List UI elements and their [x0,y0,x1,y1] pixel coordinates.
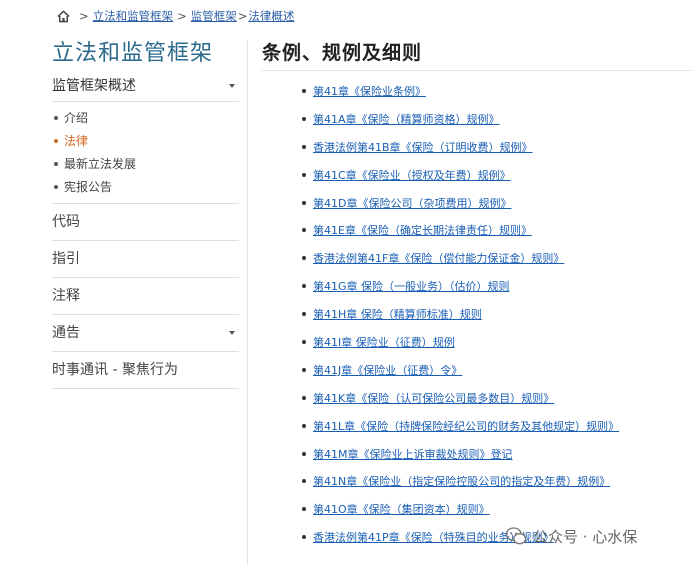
sidebar: 立法和监管框架 监管框架概述 介绍 法律 最新立法发展 宪报公告 代码 指引 注… [52,40,239,389]
sidebar-item-circulars[interactable]: 通告 [52,315,239,352]
ordinance-link[interactable]: 第41J章《保险业（征费）令》 [313,364,462,377]
bullet-icon [302,340,306,345]
sidebar-subitem-intro[interactable]: 介绍 [52,107,239,130]
watermark-text: 公众号 · 心水保 [533,527,638,546]
list-item: 第41K章《保险（认可保险公司最多数目）规则》 [302,389,619,417]
bullet-icon [302,144,306,149]
ordinance-link[interactable]: 第41C章《保险业（授权及年费）规例》 [313,169,511,182]
list-item: 第41N章《保险业（指定保险控股公司的指定及年费）规例》 [302,472,619,500]
watermark: 公众号 · 心水保 [505,525,637,547]
sidebar-subitem-law[interactable]: 法律 [52,130,239,153]
ordinance-link[interactable]: 第41A章《保险（精算师资格）规例》 [313,113,500,126]
sidebar-item-codes[interactable]: 代码 [52,204,239,241]
bullet-icon [54,115,58,120]
ordinance-list: 第41章《保险业条例》 第41A章《保险（精算师资格）规例》 香港法例第41B章… [302,82,619,556]
list-item: 第41C章《保险业（授权及年费）规例》 [302,166,619,194]
list-item: 第41H章 保险（精算师标准）规则 [302,305,619,333]
ordinance-link[interactable]: 第41I章 保险业（征费）规例 [313,336,455,349]
ordinance-link[interactable]: 第41E章《保险（确定长期法律责任）规则》 [313,224,532,237]
sidebar-item-guidelines[interactable]: 指引 [52,241,239,278]
breadcrumb-separator: > [177,9,187,23]
ordinance-link[interactable]: 第41D章《保险公司（杂项费用）规例》 [313,197,511,210]
bullet-icon [302,284,306,289]
ordinance-link[interactable]: 第41O章《保险（集团资本）规则》 [313,503,490,516]
wechat-icon [505,527,527,545]
column-divider [247,40,248,565]
list-item: 香港法例第41F章《保险（偿付能力保证金）规则》 [302,249,619,277]
sidebar-subitem-latest-developments[interactable]: 最新立法发展 [52,153,239,176]
breadcrumb-legislative-framework[interactable]: 立法和监管框架 [93,8,174,24]
list-item: 第41L章《保险（持牌保险经纪公司的财务及其他规定）规则》 [302,417,619,445]
ordinance-link[interactable]: 香港法例第41F章《保险（偿付能力保证金）规则》 [313,252,564,265]
bullet-icon [54,184,58,189]
breadcrumb-law-overview[interactable]: 法律概述 [248,8,294,24]
bullet-icon [54,161,58,166]
ordinance-link[interactable]: 第41章《保险业条例》 [313,85,426,98]
bullet-icon [302,200,306,205]
bullet-icon [302,228,306,233]
sidebar-item-newsletter[interactable]: 时事通讯 - 聚焦行为 [52,352,239,389]
bullet-icon [302,479,306,484]
bullet-icon [302,507,306,512]
sidebar-title: 立法和监管框架 [52,41,214,66]
breadcrumb-regulatory-framework[interactable]: 监管框架 [191,8,237,24]
breadcrumb-separator: > [79,9,89,23]
ordinance-link[interactable]: 香港法例第41B章《保险（订明收费）规例》 [313,141,533,154]
ordinance-link[interactable]: 第41L章《保险（持牌保险经纪公司的财务及其他规定）规则》 [313,420,619,433]
bullet-icon [302,451,306,456]
list-item: 第41章《保险业条例》 [302,82,619,110]
page-title: 条例、规例及细则 [262,42,423,64]
bullet-icon [302,535,306,540]
list-item: 第41I章 保险业（征费）规例 [302,333,619,361]
bullet-icon [302,172,306,177]
caret-down-icon[interactable] [229,84,235,88]
ordinance-link[interactable]: 第41H章 保险（精算师标准）规则 [313,308,482,321]
title-divider [262,70,692,71]
list-item: 第41D章《保险公司（杂项费用）规例》 [302,194,619,222]
list-item: 第41E章《保险（确定长期法律责任）规则》 [302,221,619,249]
list-item: 香港法例第41B章《保险（订明收费）规例》 [302,138,619,166]
breadcrumb: > 立法和监管框架 > 监管框架 > 法律概述 [56,7,294,25]
ordinance-link[interactable]: 第41G章 保险（一般业务）（估价）规则 [313,280,510,293]
bullet-icon [302,116,306,121]
list-item: 第41M章《保险业上诉审裁处规则》登记 [302,445,619,473]
sidebar-submenu: 介绍 法律 最新立法发展 宪报公告 [52,102,239,204]
sidebar-item-label: 监管框架概述 [52,78,136,94]
ordinance-link[interactable]: 第41M章《保险业上诉审裁处规则》登记 [313,448,513,461]
bullet-icon [54,138,58,143]
sidebar-item-notes[interactable]: 注释 [52,278,239,315]
ordinance-link[interactable]: 第41K章《保险（认可保险公司最多数目）规则》 [313,392,554,405]
list-item: 第41A章《保险（精算师资格）规例》 [302,110,619,138]
bullet-icon [302,312,306,317]
caret-down-icon[interactable] [229,331,235,335]
breadcrumb-separator: > [237,9,248,23]
bullet-icon [302,395,306,400]
bullet-icon [302,367,306,372]
list-item: 第41G章 保险（一般业务）（估价）规则 [302,277,619,305]
ordinance-link[interactable]: 第41N章《保险业（指定保险控股公司的指定及年费）规例》 [313,475,610,488]
bullet-icon [302,256,306,261]
sidebar-subitem-gazette[interactable]: 宪报公告 [52,176,239,199]
bullet-icon [302,423,306,428]
home-icon[interactable] [56,9,71,24]
list-item: 第41J章《保险业（征费）令》 [302,361,619,389]
bullet-icon [302,89,306,93]
sidebar-item-framework-overview[interactable]: 监管框架概述 [52,72,239,102]
